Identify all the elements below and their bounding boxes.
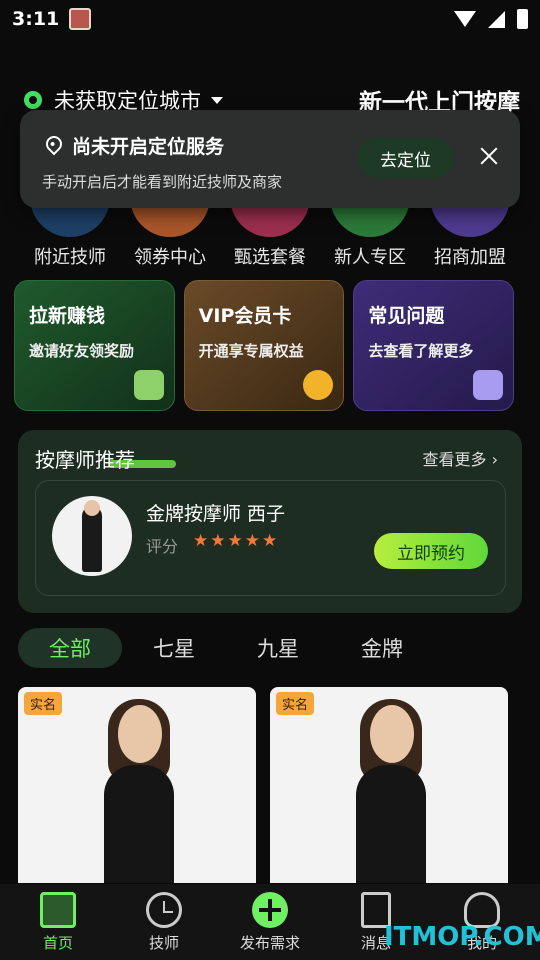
vip-badge-icon — [303, 370, 334, 400]
popup-description: 手动开启后才能看到附近技师及商家 — [42, 173, 283, 191]
therapist-grid: 实名 实名 — [18, 687, 508, 883]
therapist-card[interactable]: 实名 — [270, 687, 508, 883]
promo-subtitle: 邀请好友领奖励 — [29, 342, 135, 360]
chevron-down-icon[interactable] — [211, 96, 223, 104]
promo-cards: 拉新赚钱 邀请好友领奖励 VIP会员卡 开通享专属权益 常见问题 去查看了解更多 — [14, 280, 515, 411]
signal-icon — [488, 10, 505, 28]
bottom-nav-label: 发布需求 — [239, 934, 300, 952]
enable-location-button[interactable]: 去定位 — [357, 138, 454, 178]
section-title: 按摩师推荐 — [35, 448, 135, 472]
plus-icon — [252, 892, 288, 928]
nav-label: 新人专区 — [334, 247, 406, 268]
tab-gold[interactable]: 金牌 — [330, 628, 434, 668]
chat-bubble-icon — [133, 370, 164, 400]
promo-title: VIP会员卡 — [198, 305, 292, 327]
therapist-name: 金牌按摩师 西子 — [146, 503, 286, 525]
nav-label: 甄选套餐 — [234, 247, 306, 268]
star-rating: ★★★★★ — [193, 531, 280, 551]
promo-subtitle: 去查看了解更多 — [368, 342, 474, 360]
bottom-nav-label: 技师 — [148, 934, 179, 952]
tab-nine-star[interactable]: 九星 — [226, 628, 330, 668]
promo-subtitle: 开通享专属权益 — [198, 342, 304, 360]
notification-app-icon — [69, 8, 92, 30]
recommended-therapist-card[interactable]: 金牌按摩师 西子 评分 ★★★★★ 立即预约 — [35, 480, 506, 596]
promo-invite[interactable]: 拉新赚钱 邀请好友领奖励 — [14, 280, 175, 411]
nav-label: 领券中心 — [134, 247, 206, 268]
location-pin-icon — [42, 132, 66, 156]
promo-title: 拉新赚钱 — [29, 305, 106, 327]
battery-icon — [517, 9, 528, 29]
book-now-button[interactable]: 立即预约 — [374, 533, 488, 569]
wifi-icon — [454, 11, 476, 27]
promo-faq[interactable]: 常见问题 去查看了解更多 — [353, 280, 515, 411]
therapist-photo — [356, 765, 426, 883]
close-icon[interactable] — [478, 145, 500, 167]
location-pin-icon[interactable] — [24, 91, 42, 109]
notebook-icon — [473, 370, 504, 400]
verified-badge: 实名 — [24, 692, 63, 715]
therapist-recommendation-panel: 按摩师推荐 查看更多 › 金牌按摩师 西子 评分 ★★★★★ 立即预约 — [18, 430, 522, 613]
promo-vip-card[interactable]: VIP会员卡 开通享专属权益 — [183, 280, 345, 411]
popup-title: 尚未开启定位服务 — [72, 136, 225, 158]
status-time: 3:11 — [12, 8, 60, 30]
avatar — [52, 496, 132, 576]
bottom-nav-therapists[interactable]: 技师 — [112, 884, 216, 960]
status-bar: 3:11 — [0, 0, 540, 38]
bottom-nav-post-request[interactable]: 发布需求 — [218, 884, 322, 960]
bottom-nav-label: 首页 — [42, 934, 73, 952]
status-icons — [454, 9, 528, 29]
home-icon — [40, 892, 76, 928]
nav-label: 招商加盟 — [434, 247, 506, 268]
view-more-link[interactable]: 查看更多 › — [423, 446, 499, 470]
watermark: ITMOP.COM — [384, 922, 540, 952]
bottom-nav-home[interactable]: 首页 — [6, 884, 110, 960]
tab-all[interactable]: 全部 — [18, 628, 122, 668]
verified-badge: 实名 — [276, 692, 315, 715]
nav-label: 附近技师 — [34, 247, 106, 268]
clock-icon — [146, 892, 182, 928]
promo-title: 常见问题 — [368, 305, 445, 327]
location-permission-popup: 尚未开启定位服务 手动开启后才能看到附近技师及商家 去定位 — [20, 110, 520, 208]
level-filter-tabs: 全部 七星 九星 金牌 — [18, 628, 434, 668]
rating-label: 评分 — [146, 537, 179, 556]
therapist-card[interactable]: 实名 — [18, 687, 256, 883]
tab-seven-star[interactable]: 七星 — [122, 628, 226, 668]
therapist-photo — [104, 765, 174, 883]
